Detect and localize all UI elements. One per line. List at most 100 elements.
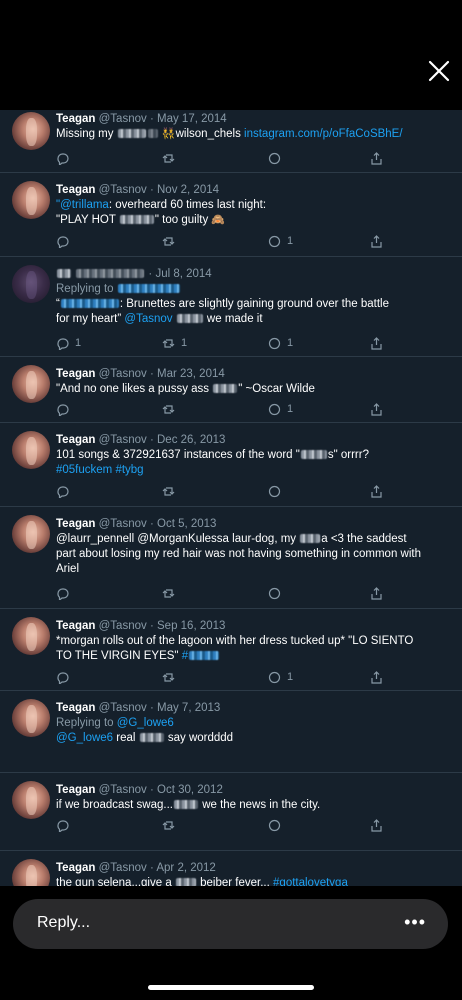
author-name: Teagan xyxy=(56,518,96,530)
tweet-actions: 1 xyxy=(56,233,448,249)
reply-button[interactable] xyxy=(56,817,69,833)
reply-icon xyxy=(57,587,69,600)
reply-button[interactable] xyxy=(56,669,69,685)
tweet-text-part: if we broadcast swag... xyxy=(56,799,173,811)
like-button[interactable] xyxy=(268,585,281,601)
replying-label: Replying to xyxy=(56,717,114,729)
reply-button[interactable] xyxy=(56,483,69,499)
home-indicator[interactable] xyxy=(148,985,314,990)
share-icon xyxy=(371,234,382,248)
emoji: 🙈 xyxy=(211,214,226,226)
tweet-header: Teagan @Tasnov · Oct 5, 2013 xyxy=(56,517,452,532)
tweet-date: Oct 5, 2013 xyxy=(157,518,217,530)
replying-to-link[interactable]: @G_lowe6 xyxy=(117,717,174,729)
close-button[interactable] xyxy=(424,56,454,86)
share-button[interactable] xyxy=(370,335,383,351)
censored-handle xyxy=(76,269,145,279)
tweet-text: Missing my 👯wilson_chels instagram.com/p… xyxy=(56,127,452,142)
retweet-button[interactable] xyxy=(162,233,175,249)
like-button[interactable] xyxy=(268,150,281,166)
retweet-button[interactable] xyxy=(162,817,175,833)
tweet-header: Teagan @Tasnov · Apr 2, 2012 xyxy=(56,861,452,876)
tweet-text-part: Missing my xyxy=(56,128,114,140)
tweet-date: · Jul 8, 2014 xyxy=(148,268,212,280)
retweet-button[interactable] xyxy=(162,150,175,166)
retweet-icon xyxy=(162,588,175,598)
like-icon xyxy=(268,587,281,599)
tweet-actions xyxy=(56,150,448,166)
tweet-actions: 1 1 1 xyxy=(56,335,448,351)
retweet-button[interactable] xyxy=(162,483,175,499)
separator: · xyxy=(149,620,154,632)
like-button[interactable]: 1 xyxy=(268,335,293,351)
avatar xyxy=(12,431,50,469)
tweet-text-part: for my heart” xyxy=(56,313,122,325)
author-name: Teagan xyxy=(56,434,96,446)
retweet-button[interactable] xyxy=(162,585,175,601)
tweet-date: May 17, 2014 xyxy=(157,113,227,125)
like-button[interactable] xyxy=(268,817,281,833)
author-name: Teagan xyxy=(56,862,96,874)
share-button[interactable] xyxy=(370,585,383,601)
separator: · xyxy=(149,434,154,446)
close-icon xyxy=(428,60,450,82)
more-options-button[interactable]: ••• xyxy=(404,912,426,933)
like-count: 1 xyxy=(287,337,294,349)
like-button[interactable]: 1 xyxy=(268,669,293,685)
tweet-link[interactable]: instagram.com/p/oFfaCoSBhE/ xyxy=(244,128,403,140)
share-button[interactable] xyxy=(370,233,383,249)
like-button[interactable]: 1 xyxy=(268,401,293,417)
author-handle: @Tasnov xyxy=(98,518,147,530)
reply-button[interactable] xyxy=(56,150,69,166)
reply-button[interactable]: 1 xyxy=(56,335,81,351)
like-count: 1 xyxy=(287,671,294,683)
tweet-text-part: real xyxy=(116,732,136,744)
author-name: Teagan xyxy=(56,113,96,125)
share-icon xyxy=(371,818,382,832)
share-button[interactable] xyxy=(370,150,383,166)
reply-icon xyxy=(57,337,69,350)
retweet-button[interactable] xyxy=(162,401,175,417)
like-button[interactable] xyxy=(268,483,281,499)
author-handle: @Tasnov xyxy=(98,702,147,714)
reply-button[interactable] xyxy=(56,585,69,601)
tweet: Teagan @Tasnov · May 17, 2014 Missing my… xyxy=(0,110,462,172)
tweet-text-part: : Brunettes are slightly gaining ground … xyxy=(119,298,389,310)
like-button[interactable]: 1 xyxy=(268,233,293,249)
share-button[interactable] xyxy=(370,483,383,499)
tweet-text-part: s" orrrr? xyxy=(327,449,369,461)
tweet-text-part: @laurr_pennell @MorganKulessa laur-dog, … xyxy=(56,533,297,545)
mention-link[interactable]: @Tasnov xyxy=(124,313,172,325)
tweet-header: Teagan @Tasnov · Dec 26, 2013 xyxy=(56,433,452,448)
hashtag-link[interactable]: #gottalovetyga xyxy=(273,877,348,886)
tweet-date: Mar 23, 2014 xyxy=(157,368,225,380)
avatar xyxy=(12,365,50,403)
reply-button[interactable] xyxy=(56,233,69,249)
author-handle: @Tasnov xyxy=(98,113,147,125)
retweet-button[interactable] xyxy=(162,669,175,685)
avatar xyxy=(12,781,50,819)
tweet-text-part: a <3 the saddest xyxy=(321,533,407,545)
separator: · xyxy=(149,518,154,530)
avatar xyxy=(12,617,50,655)
hashtag-links[interactable]: #05fuckem #tybg xyxy=(56,464,144,476)
share-button[interactable] xyxy=(370,669,383,685)
retweet-button[interactable]: 1 xyxy=(162,335,187,351)
reply-button[interactable] xyxy=(56,401,69,417)
mention-link[interactable]: @G_lowe6 xyxy=(56,732,113,744)
tweet-header: · Jul 8, 2014 xyxy=(56,267,452,282)
author-handle: @Tasnov xyxy=(98,184,147,196)
retweet-icon xyxy=(162,153,175,163)
share-button[interactable] xyxy=(370,817,383,833)
hashtag-link[interactable]: # xyxy=(182,650,188,662)
reply-icon xyxy=(57,403,69,416)
censored-word xyxy=(300,534,321,544)
tweet-text-part: part about losing my red hair was not ha… xyxy=(56,548,421,560)
separator: · xyxy=(149,862,154,874)
share-button[interactable] xyxy=(370,401,383,417)
reply-input[interactable]: Reply... ••• xyxy=(13,899,448,949)
mention-link[interactable]: "@trillama xyxy=(56,199,109,211)
tweet-text: "And no one likes a pussy ass " ~Oscar W… xyxy=(56,382,452,397)
reply-placeholder: Reply... xyxy=(37,914,91,931)
censored-mention xyxy=(60,299,119,309)
